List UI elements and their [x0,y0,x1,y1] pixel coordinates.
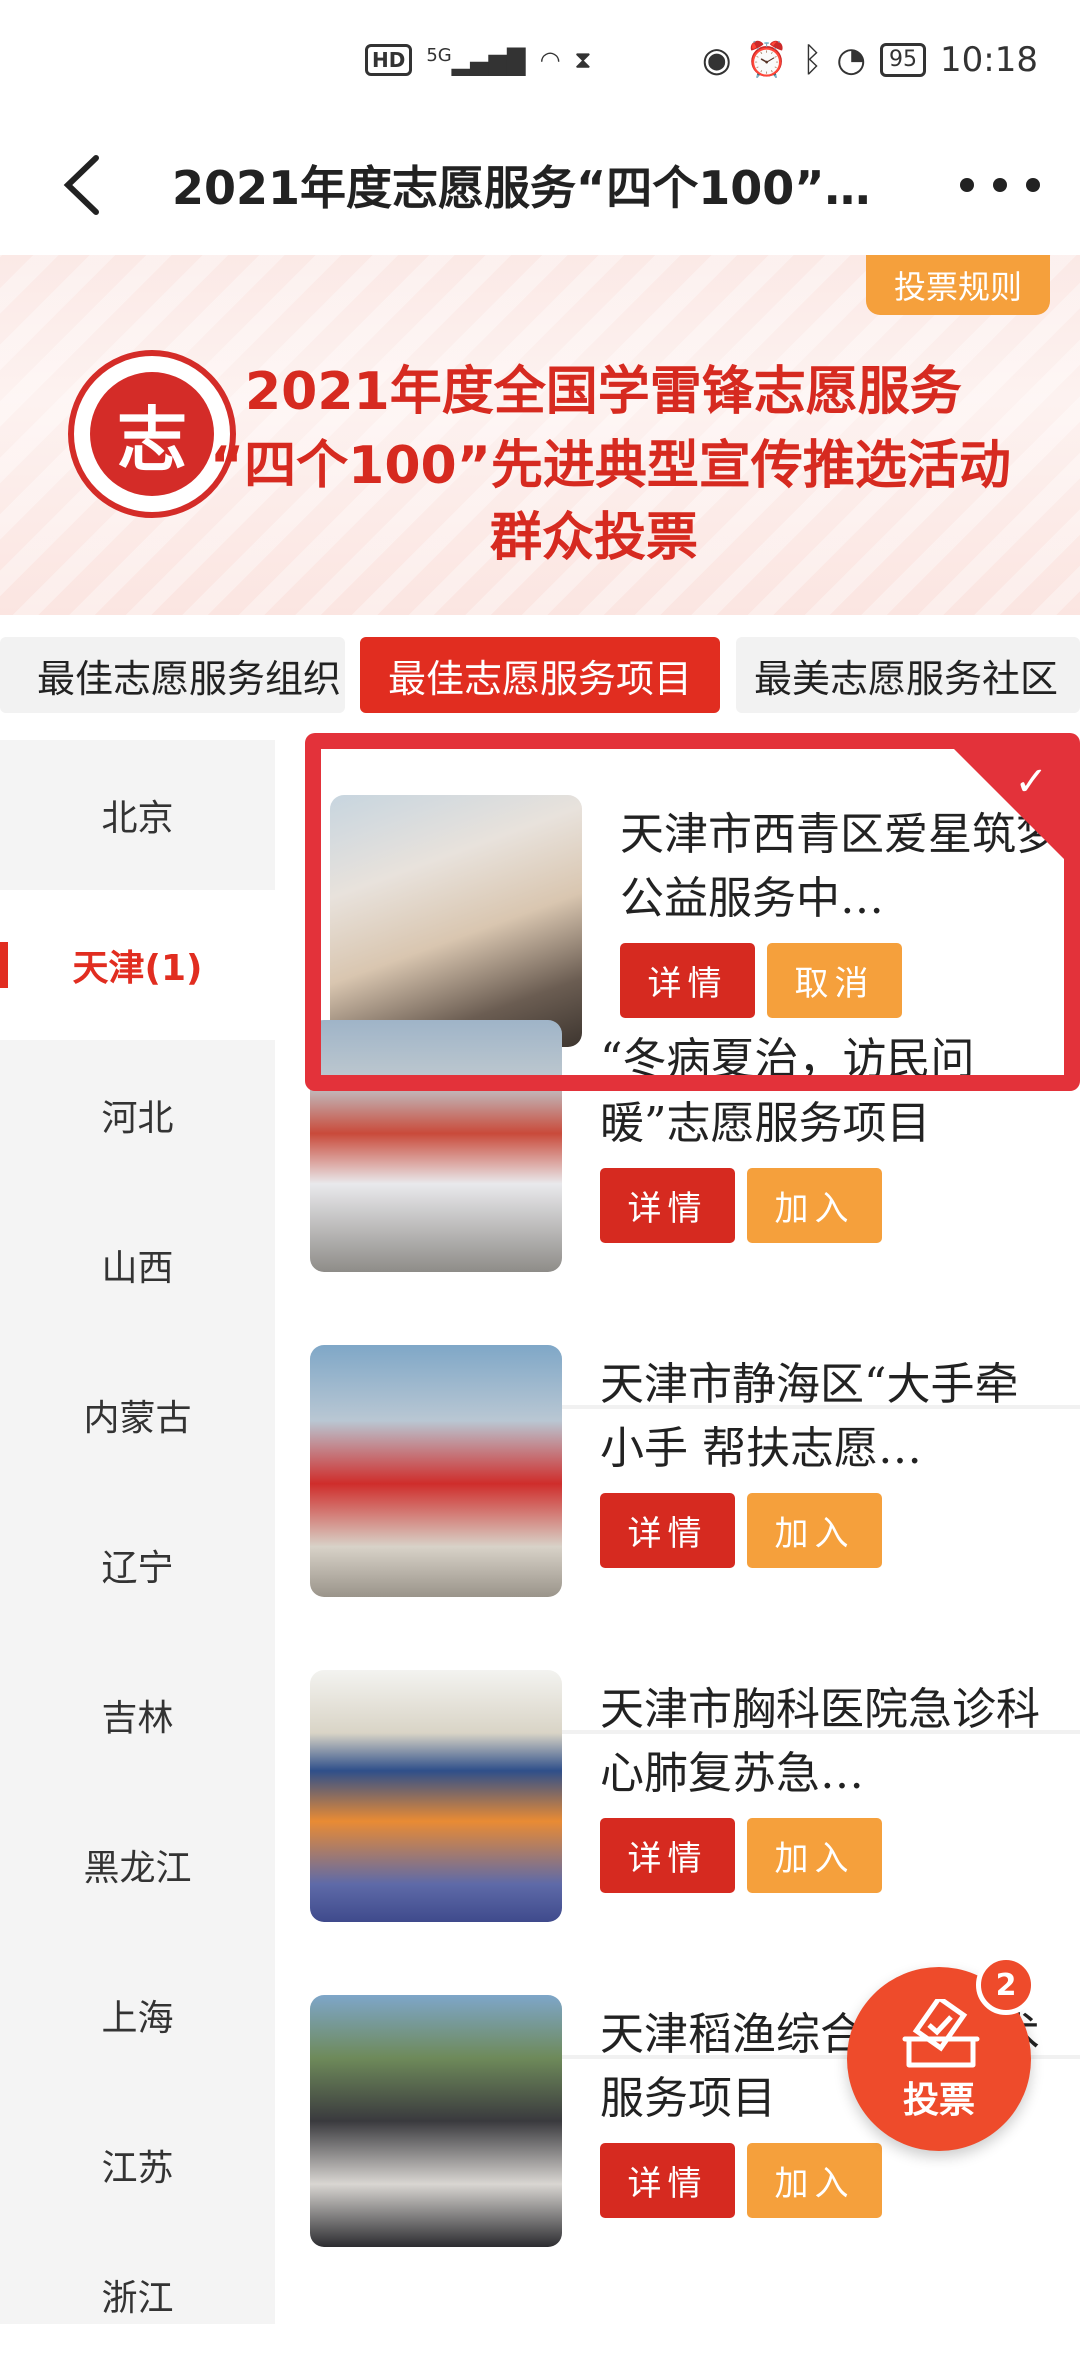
project-photo[interactable] [310,1995,562,2247]
banner-title-line2: “四个100”先进典型宣传推选活动 [210,436,1011,496]
detail-button[interactable]: 详情 [600,1818,735,1893]
sidebar-item-label: 北京 [101,798,174,839]
tab-best-community[interactable]: 最美志愿服务社区 [736,637,1080,713]
project-title[interactable]: 天津市胸科医院急诊科心肺复苏急… [600,1678,1040,1806]
category-tabs: 最佳志愿服务组织 最佳志愿服务项目 最美志愿服务社区 [0,615,1080,740]
sidebar-item-liaoning[interactable]: 辽宁 [0,1490,275,1640]
project-photo[interactable] [310,1345,562,1597]
alarm-icon: ⏰ [745,40,788,80]
sidebar-item-jilin[interactable]: 吉林 [0,1640,275,1790]
checkmark-icon: ✓ [1014,759,1048,805]
sidebar-item-label: 上海 [101,1998,174,2039]
sidebar-item-label: 内蒙古 [83,1398,192,1439]
tab-best-organization[interactable]: 最佳志愿服务组织 [0,637,345,713]
voting-rules-button[interactable]: 投票规则 [866,255,1050,315]
sidebar-item-tianjin[interactable]: 天津(1) [0,890,275,1040]
sidebar-item-label: 天津(1) [72,948,203,989]
sidebar-item-shanxi[interactable]: 山西 [0,1190,275,1340]
status-bar: HD 5G▂▄▆█ ◠ ⧗ ◉ ⏰ ᛒ ◔ 95 10:18 [0,0,1080,120]
tab-best-project[interactable]: 最佳志愿服务项目 [360,637,720,713]
more-button[interactable] [960,150,1040,220]
speed-icon: ◔ [836,40,867,80]
join-button[interactable]: 加入 [747,1493,882,1568]
province-sidebar: 北京 天津(1) 河北 山西 内蒙古 辽宁 吉林 黑龙江 上海 江苏 浙江 [0,740,275,2324]
page-title: 2021年度志愿服务“四个100”… [172,161,871,215]
list-item[interactable]: 天津市胸科医院急诊科心肺复苏急… 详情 加入 [310,1670,1080,1990]
detail-button[interactable]: 详情 [600,1168,735,1243]
more-dot-icon [1026,178,1040,192]
sidebar-item-heilongjiang[interactable]: 黑龙江 [0,1790,275,1940]
sidebar-item-label: 河北 [101,1098,174,1139]
more-dot-icon [960,178,974,192]
detail-button[interactable]: 详情 [600,1493,735,1568]
hd-icon: HD [365,44,413,76]
sidebar-item-hebei[interactable]: 河北 [0,1040,275,1190]
sidebar-item-label: 辽宁 [101,1548,174,1589]
project-title[interactable]: 天津市静海区“大手牵小手 帮扶志愿… [600,1353,1040,1481]
more-dot-icon [993,178,1007,192]
detail-button[interactable]: 详情 [600,2143,735,2218]
sidebar-item-label: 黑龙江 [83,1848,192,1889]
sidebar-item-neimenggu[interactable]: 内蒙古 [0,1340,275,1490]
selected-corner: ✓ [954,749,1064,859]
sidebar-item-jiangsu[interactable]: 江苏 [0,2090,275,2240]
battery-icon: 95 [880,43,927,77]
nav-bar: 2021年度志愿服务“四个100”… [0,120,1080,255]
logo-char: 志 [90,372,214,496]
join-button[interactable]: 加入 [747,2143,882,2218]
sidebar-item-label: 浙江 [101,2278,174,2319]
bluetooth-icon: ᛒ [801,40,823,80]
project-photo[interactable] [310,1670,562,1922]
ballot-box-icon [902,1999,980,2068]
sidebar-item-label: 江苏 [101,2148,174,2189]
eye-icon: ◉ [701,40,732,80]
list-item[interactable]: 天津市静海区“大手牵小手 帮扶志愿… 详情 加入 [310,1345,1080,1665]
chevron-left-icon [63,155,99,215]
wifi-icon: ◠ [539,46,561,74]
join-button[interactable]: 加入 [747,1168,882,1243]
selected-item-frame: ✓ [305,733,1080,1091]
sidebar-item-zhejiang[interactable]: 浙江 [0,2220,275,2370]
sidebar-item-label: 吉林 [101,1698,174,1739]
active-indicator [0,942,8,988]
banner: 投票规则 志 2021年度全国学雷锋志愿服务 “四个100”先进典型宣传推选活动… [0,255,1080,615]
vote-label: 投票 [902,2080,975,2121]
sidebar-item-beijing[interactable]: 北京 [0,740,275,890]
signal-icon: 5G▂▄▆█ [426,44,526,76]
sidebar-item-label: 山西 [101,1248,174,1289]
back-button[interactable] [58,150,118,220]
vote-count-badge: 2 [976,1955,1036,2015]
banner-title-line1: 2021年度全国学雷锋志愿服务 [245,362,962,422]
hourglass-icon: ⧗ [574,46,592,74]
join-button[interactable]: 加入 [747,1818,882,1893]
banner-title-line3: 群众投票 [490,508,699,568]
clock-time: 10:18 [940,40,1038,80]
sidebar-item-shanghai[interactable]: 上海 [0,1940,275,2090]
